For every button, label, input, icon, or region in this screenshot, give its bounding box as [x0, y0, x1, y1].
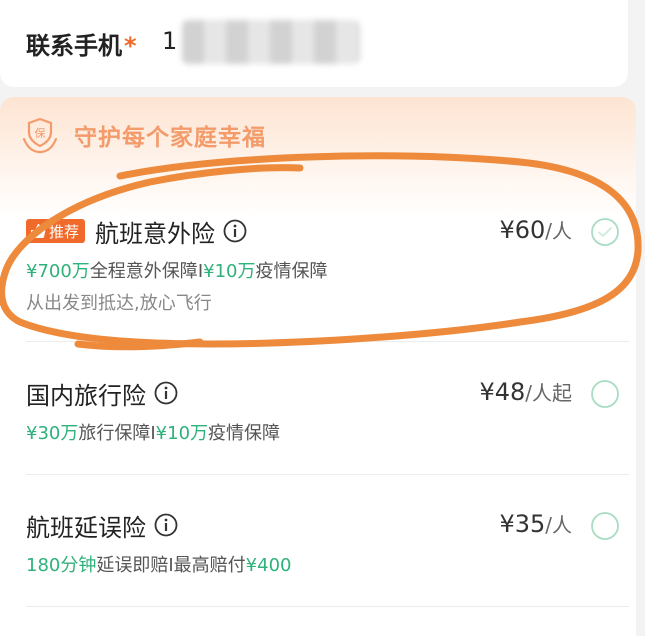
- recommend-badge-text: 推荐: [49, 222, 80, 241]
- select-radio-icon[interactable]: [590, 511, 620, 541]
- coverage-amount: ¥400: [245, 555, 292, 576]
- info-icon[interactable]: [154, 513, 178, 537]
- coverage-amount: 180分钟: [26, 555, 97, 576]
- coverage-text: 延误即赔: [96, 555, 169, 576]
- price-value: ¥35: [499, 510, 546, 538]
- product-name: 国内旅行险: [26, 381, 146, 410]
- price: ¥35/人: [499, 509, 572, 538]
- product-row-domestic-travel[interactable]: 国内旅行险 ¥48/人起 ¥30万旅行保障I¥10万疫情保障: [0, 375, 636, 465]
- price: ¥60/人: [499, 215, 572, 244]
- contact-phone-label: 联系手机*: [26, 32, 137, 60]
- info-icon[interactable]: [223, 219, 247, 243]
- product-row-flight-accident[interactable]: 推荐 航班意外险 ¥60/人 ¥700万全程意外保障I¥10万疫情保障从出发到抵达,放…: [0, 213, 636, 323]
- insurance-slogan: 保 守护每个家庭幸福: [20, 115, 266, 155]
- coverage-text: 疫情保障: [255, 261, 328, 282]
- product-title-row: 航班延误险: [26, 507, 178, 543]
- coverage-text: 疫情保障: [208, 423, 281, 444]
- product-name: 航班延误险: [26, 513, 146, 542]
- select-radio-icon[interactable]: [590, 217, 620, 247]
- coverage-text: 全程意外保障: [89, 261, 198, 282]
- thumbs-up-icon: [31, 224, 46, 238]
- svg-text:保: 保: [35, 126, 46, 140]
- price-value: ¥60: [499, 216, 546, 244]
- divider: [26, 341, 629, 342]
- product-title-row: 国内旅行险: [26, 375, 178, 411]
- price-unit: /人: [545, 513, 572, 537]
- product-row-flight-delay[interactable]: 航班延误险 ¥35/人 180分钟延误即赔I最高赔付¥400: [0, 507, 636, 597]
- coverage-amount: ¥30万: [26, 423, 79, 444]
- phone-mask: [182, 20, 360, 64]
- coverage-amount: ¥700万: [26, 261, 90, 282]
- coverage-text: 旅行保障: [78, 423, 151, 444]
- slogan-text: 守护每个家庭幸福: [74, 125, 266, 151]
- coverage-amount: ¥10万: [203, 261, 256, 282]
- required-mark: *: [124, 32, 137, 60]
- price-unit: /人起: [525, 381, 572, 405]
- divider: [26, 474, 629, 475]
- price: ¥48/人起: [479, 377, 572, 406]
- shield-hands-icon: 保: [22, 117, 58, 154]
- coverage-description: ¥700万全程意外保障I¥10万疫情保障: [26, 257, 327, 283]
- select-radio-icon[interactable]: [590, 379, 620, 409]
- coverage-text: 最高赔付: [173, 555, 246, 576]
- product-name: 航班意外险: [95, 219, 216, 248]
- product-subtitle: 从出发到抵达,放心飞行: [26, 293, 212, 314]
- divider: [26, 606, 629, 607]
- product-title-row: 推荐 航班意外险: [26, 213, 247, 249]
- coverage-description: 180分钟延误即赔I最高赔付¥400: [26, 551, 291, 577]
- phone-value[interactable]: 1: [162, 27, 177, 55]
- coverage-description: ¥30万旅行保障I¥10万疫情保障: [26, 419, 280, 445]
- coverage-amount: ¥10万: [155, 423, 209, 444]
- contact-phone-row[interactable]: 联系手机* 1: [0, 0, 628, 87]
- price-unit: /人: [545, 219, 572, 243]
- info-icon[interactable]: [154, 381, 178, 405]
- recommend-badge: 推荐: [26, 219, 86, 243]
- price-value: ¥48: [479, 378, 526, 406]
